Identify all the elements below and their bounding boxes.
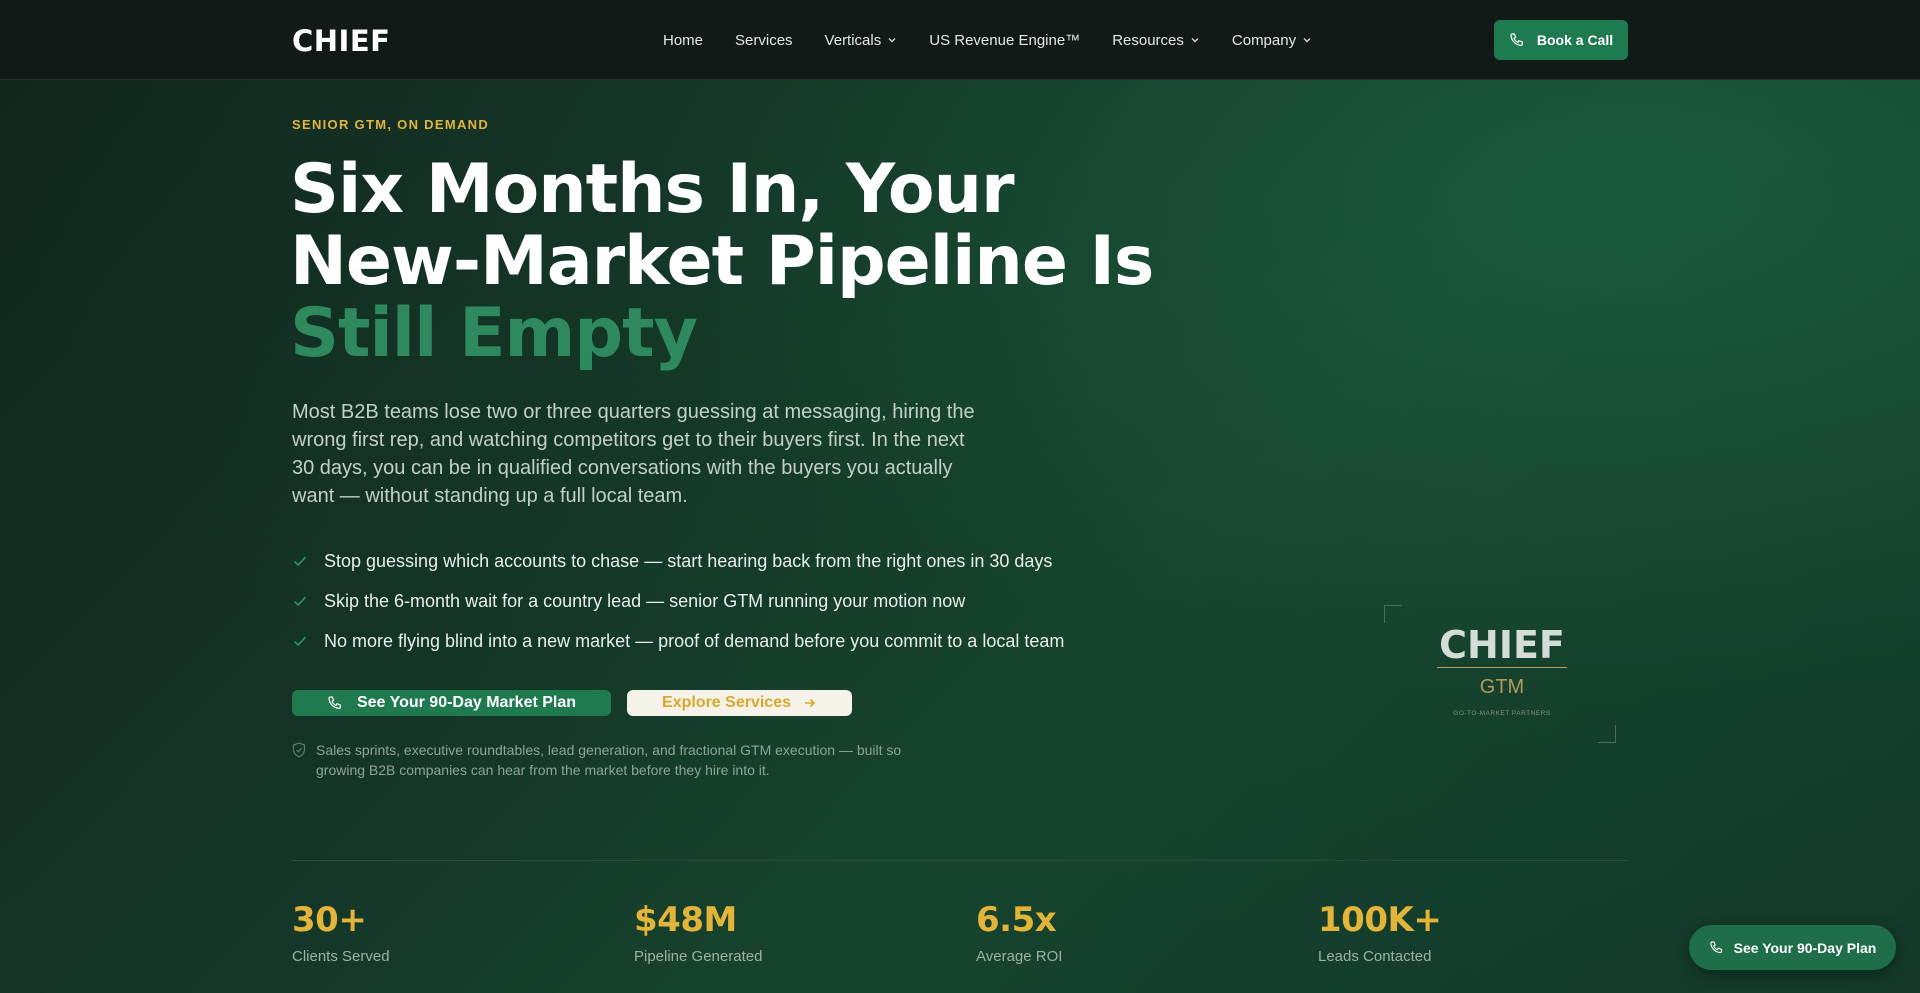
check-icon: [293, 636, 307, 647]
stat-label: Clients Served: [292, 948, 390, 965]
phone-icon: [328, 696, 341, 709]
brand-logo-card: CHIEF GTM GO-TO-MARKET PARTNERS: [1384, 605, 1616, 743]
stat-leads-contacted: 100K+ Leads Contacted: [1318, 900, 1442, 965]
stats-divider: [292, 860, 1628, 861]
stat-value: 100K+: [1318, 900, 1442, 940]
nav-item-resources[interactable]: Resources: [1112, 32, 1200, 49]
nav-item-label: Verticals: [824, 31, 882, 49]
benefit-item: Skip the 6-month wait for a country lead…: [292, 581, 1064, 621]
floating-plan-label: See Your 90-Day Plan: [1733, 939, 1877, 956]
frame-corner: [1384, 605, 1402, 623]
chevron-down-icon: [1303, 38, 1311, 43]
benefit-text: Skip the 6-month wait for a country lead…: [324, 590, 966, 611]
top-navbar: CHIEF Home Services Verticals US Revenue…: [0, 0, 1920, 80]
chevron-down-icon: [888, 38, 896, 43]
check-icon: [293, 596, 307, 607]
floating-plan-button[interactable]: See Your 90-Day Plan: [1689, 925, 1896, 970]
benefit-list: Stop guessing which accounts to chase — …: [292, 541, 1064, 661]
stat-value: 30+: [292, 900, 367, 940]
logo-card-tagline: GO-TO-MARKET PARTNERS: [1453, 710, 1551, 717]
frame-corner: [1598, 725, 1616, 743]
phone-icon: [1510, 33, 1523, 46]
stat-label: Average ROI: [976, 948, 1063, 965]
see-market-plan-label: See Your 90-Day Market Plan: [356, 694, 577, 711]
headline-accent: Still Empty: [290, 294, 698, 373]
shield-check-icon: [292, 742, 306, 758]
book-a-call-label: Book a Call: [1536, 32, 1614, 48]
brand-logo[interactable]: CHIEF: [292, 24, 390, 58]
stat-value: 6.5x: [976, 900, 1057, 940]
nav-item-label: Resources: [1112, 31, 1184, 49]
stat-label: Leads Contacted: [1318, 948, 1432, 965]
book-a-call-button[interactable]: Book a Call: [1494, 20, 1628, 60]
stat-value: $48M: [634, 900, 737, 940]
logo-card-mark: CHIEF: [1439, 623, 1565, 667]
benefit-text: Stop guessing which accounts to chase — …: [324, 550, 1053, 571]
chevron-down-icon: [1191, 38, 1199, 43]
nav-item-label: Company: [1231, 31, 1297, 49]
logo-card-sub: GTM: [1479, 676, 1525, 698]
stat-label: Pipeline Generated: [634, 948, 763, 965]
trust-note: Sales sprints, executive roundtables, le…: [292, 740, 932, 780]
nav-item-us-revenue-engine[interactable]: US Revenue Engine™: [929, 32, 1080, 49]
trust-note-text: Sales sprints, executive roundtables, le…: [316, 742, 902, 778]
benefit-text: No more flying blind into a new market —…: [324, 630, 1065, 651]
headline-main: Six Months In, Your New-Market Pipeline …: [290, 150, 1154, 301]
nav-item-label: Services: [735, 31, 793, 49]
stat-pipeline-generated: $48M Pipeline Generated: [634, 900, 762, 965]
nav-item-services[interactable]: Services: [735, 32, 793, 49]
nav-item-home[interactable]: Home: [663, 32, 703, 49]
explore-services-button[interactable]: Explore Services: [627, 690, 852, 716]
nav-item-company[interactable]: Company: [1232, 32, 1312, 49]
stat-clients-served: 30+ Clients Served: [292, 900, 390, 965]
hero-eyebrow: SENIOR GTM, ON DEMAND: [292, 117, 490, 132]
see-market-plan-button[interactable]: See Your 90-Day Market Plan: [292, 690, 611, 716]
hero-subtext: Most B2B teams lose two or three quarter…: [292, 401, 975, 507]
main-menu: Home Services Verticals US Revenue Engin…: [663, 30, 1344, 50]
nav-item-label: US Revenue Engine™: [929, 31, 1081, 49]
benefit-item: Stop guessing which accounts to chase — …: [292, 541, 1064, 581]
nav-item-verticals[interactable]: Verticals: [825, 32, 898, 49]
logo-card-divider: [1437, 667, 1567, 668]
nav-item-label: Home: [663, 31, 704, 49]
benefit-item: No more flying blind into a new market —…: [292, 621, 1064, 661]
stat-average-roi: 6.5x Average ROI: [976, 900, 1062, 965]
check-icon: [293, 556, 307, 567]
arrow-right-icon: [804, 698, 816, 708]
phone-icon: [1709, 941, 1722, 954]
hero-headline: Six Months In, Your New-Market Pipeline …: [290, 154, 1170, 370]
explore-services-label: Explore Services: [662, 694, 791, 711]
